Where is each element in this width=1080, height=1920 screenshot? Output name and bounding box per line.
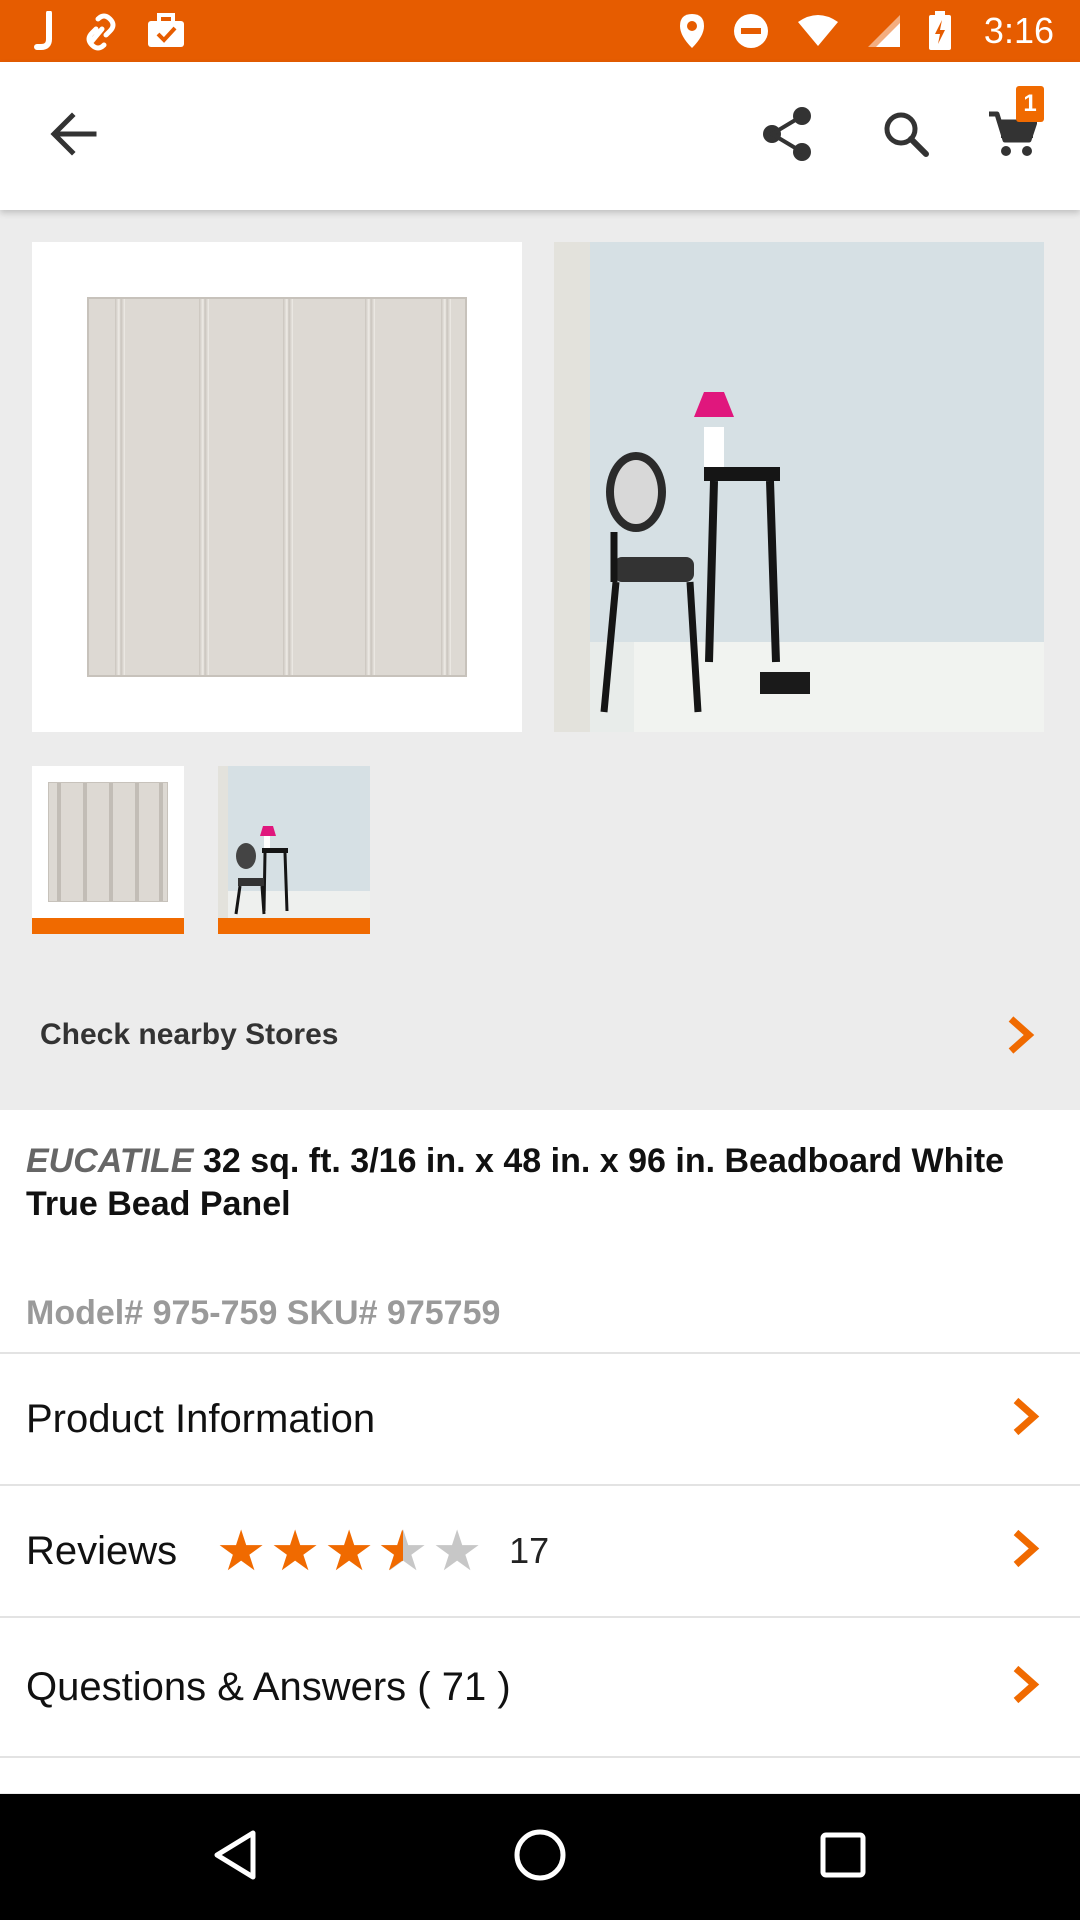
rating-stars: ★ ★ ★ ★ ★ ★ xyxy=(215,1523,483,1579)
j-app-icon xyxy=(34,11,56,51)
status-bar: 3:16 xyxy=(0,0,1080,62)
status-right-icons: 3:16 xyxy=(678,10,1054,52)
thumbnail-indicator xyxy=(218,918,370,934)
star-full-icon: ★ xyxy=(324,1519,375,1582)
nav-home-button[interactable] xyxy=(505,1822,575,1892)
nav-recents-button[interactable] xyxy=(808,1822,878,1892)
image-gallery xyxy=(0,210,1080,1110)
product-title: EUCATILE 32 sq. ft. 3/16 in. x 48 in. x … xyxy=(26,1140,1056,1226)
chevron-right-icon xyxy=(1010,1665,1040,1710)
circle-home-icon xyxy=(513,1828,567,1887)
triangle-back-icon xyxy=(211,1829,259,1886)
questions-answers-row[interactable]: Questions & Answers ( 71 ) xyxy=(0,1616,1080,1758)
reviews-row[interactable]: Reviews ★ ★ ★ ★ ★ ★ 17 xyxy=(0,1484,1080,1616)
chevron-right-icon xyxy=(1010,1397,1040,1442)
star-full-icon: ★ xyxy=(216,1519,267,1582)
chevron-right-icon xyxy=(1000,1015,1040,1055)
search-button[interactable] xyxy=(866,96,946,176)
product-information-row[interactable]: Product Information xyxy=(0,1352,1080,1484)
star-full-icon: ★ xyxy=(270,1519,321,1582)
chevron-right-icon xyxy=(1010,1529,1040,1574)
star-half-icon: ★ ★ xyxy=(377,1519,429,1582)
star-empty-icon: ★ xyxy=(432,1519,483,1582)
room-scene-image[interactable] xyxy=(554,242,1044,732)
signal-icon xyxy=(866,13,902,49)
back-button[interactable] xyxy=(34,96,114,176)
status-left-icons xyxy=(34,11,186,51)
room-scene-thumbnail[interactable] xyxy=(218,766,370,934)
review-count: 17 xyxy=(509,1530,550,1571)
thumbnail-indicator xyxy=(32,918,184,934)
product-details: EUCATILE 32 sq. ft. 3/16 in. x 48 in. x … xyxy=(0,1110,1080,1793)
share-icon xyxy=(762,106,814,167)
status-time: 3:16 xyxy=(983,10,1054,51)
search-icon xyxy=(882,110,930,163)
battery-charging-icon xyxy=(928,11,952,51)
back-arrow-icon xyxy=(50,111,98,161)
cart-count-badge: 1 xyxy=(1016,86,1044,122)
nav-back-button[interactable] xyxy=(200,1822,270,1892)
reviews-label: Reviews xyxy=(26,1528,178,1573)
share-button[interactable] xyxy=(748,96,828,176)
system-navigation-bar xyxy=(0,1794,1080,1920)
model-sku: Model# 975-759 SKU# 975759 xyxy=(26,1294,501,1332)
square-recents-icon xyxy=(819,1831,867,1884)
questions-answers-label: Questions & Answers ( 71 ) xyxy=(26,1664,511,1709)
do-not-disturb-icon xyxy=(732,12,770,50)
beadboard-panel-thumbnail[interactable] xyxy=(32,766,184,934)
product-information-label: Product Information xyxy=(26,1396,376,1441)
briefcase-check-icon xyxy=(146,13,186,49)
check-nearby-stores-row[interactable]: Check nearby Stores xyxy=(0,990,1080,1080)
link-icon xyxy=(82,11,120,51)
location-icon xyxy=(678,12,706,50)
beadboard-panel-image[interactable] xyxy=(32,242,522,732)
product-brand: EUCATILE xyxy=(26,1142,194,1180)
check-nearby-stores-label: Check nearby Stores xyxy=(40,1018,339,1051)
app-bar xyxy=(0,62,1080,210)
wifi-icon xyxy=(796,14,840,48)
